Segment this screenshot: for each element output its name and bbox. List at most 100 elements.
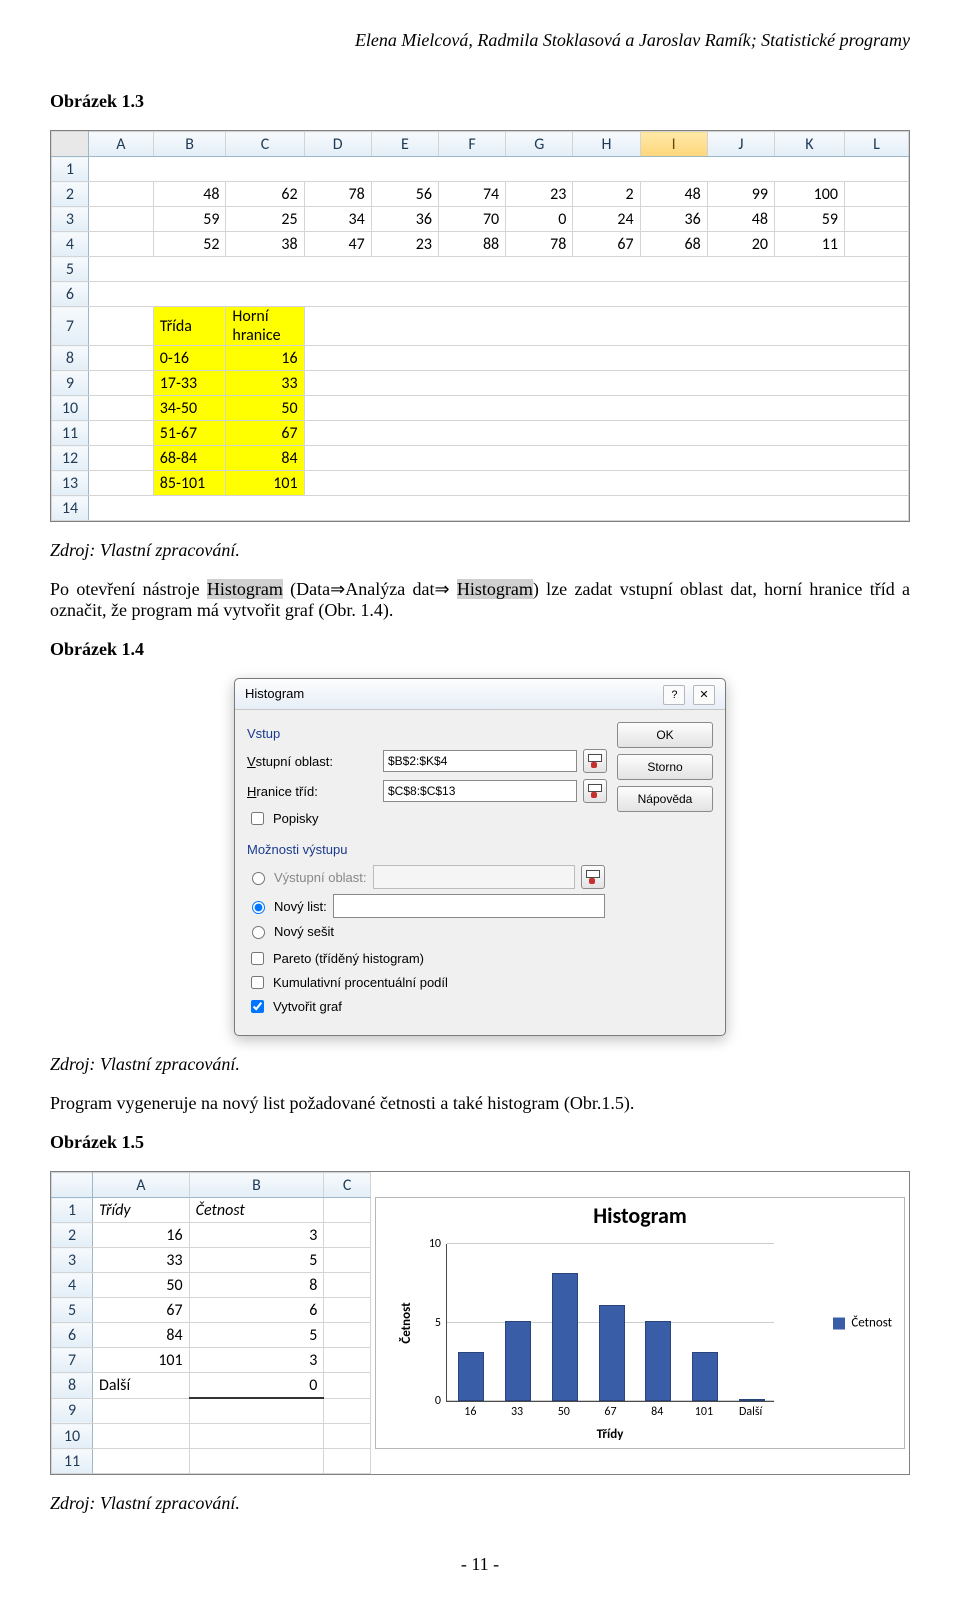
- cell[interactable]: 33: [93, 1248, 190, 1273]
- cumulative-checkbox[interactable]: [251, 976, 264, 989]
- cell[interactable]: 48: [153, 182, 226, 207]
- cell[interactable]: 2: [573, 182, 640, 207]
- header-count[interactable]: Četnost: [189, 1198, 324, 1223]
- cell[interactable]: 99: [707, 182, 774, 207]
- cell[interactable]: 47: [304, 232, 371, 257]
- cell[interactable]: 70: [438, 207, 505, 232]
- cell[interactable]: 74: [438, 182, 505, 207]
- close-icon[interactable]: ✕: [693, 685, 715, 705]
- row-header[interactable]: 2: [52, 1223, 93, 1248]
- output-range-radio[interactable]: [252, 872, 265, 885]
- range-picker-icon[interactable]: [583, 779, 607, 803]
- col-header[interactable]: C: [226, 132, 304, 157]
- class-label[interactable]: 0-16: [153, 346, 226, 371]
- cell[interactable]: 5: [189, 1248, 324, 1273]
- cell[interactable]: 62: [226, 182, 304, 207]
- dialog-titlebar[interactable]: Histogram ? ✕: [235, 679, 725, 710]
- cell[interactable]: 16: [93, 1223, 190, 1248]
- class-bound[interactable]: 50: [226, 396, 304, 421]
- class-bound[interactable]: 16: [226, 346, 304, 371]
- cell[interactable]: 3: [189, 1223, 324, 1248]
- help-button[interactable]: Nápověda: [617, 786, 713, 812]
- row-header[interactable]: 1: [52, 157, 89, 182]
- cell[interactable]: 23: [371, 232, 438, 257]
- row-header[interactable]: 8: [52, 346, 89, 371]
- col-header[interactable]: G: [506, 132, 573, 157]
- class-bound[interactable]: 67: [226, 421, 304, 446]
- cell[interactable]: 36: [640, 207, 707, 232]
- cell[interactable]: 84: [93, 1323, 190, 1348]
- cell[interactable]: 0: [506, 207, 573, 232]
- class-bound[interactable]: 33: [226, 371, 304, 396]
- row-header[interactable]: 2: [52, 182, 89, 207]
- row-header[interactable]: 12: [52, 446, 89, 471]
- col-header[interactable]: B: [189, 1173, 324, 1198]
- sheet-corner[interactable]: [52, 1173, 93, 1198]
- row-header[interactable]: 5: [52, 257, 89, 282]
- col-header[interactable]: K: [774, 132, 844, 157]
- row-header[interactable]: 3: [52, 1248, 93, 1273]
- cell[interactable]: 59: [153, 207, 226, 232]
- row-header[interactable]: 6: [52, 1323, 93, 1348]
- cell[interactable]: 36: [371, 207, 438, 232]
- cell[interactable]: 25: [226, 207, 304, 232]
- col-header[interactable]: E: [371, 132, 438, 157]
- cell[interactable]: Další: [93, 1373, 190, 1399]
- cell[interactable]: 48: [640, 182, 707, 207]
- class-bound[interactable]: 84: [226, 446, 304, 471]
- cell[interactable]: 100: [774, 182, 844, 207]
- col-header-selected[interactable]: I: [640, 132, 707, 157]
- help-icon[interactable]: ?: [663, 685, 685, 705]
- cell[interactable]: 24: [573, 207, 640, 232]
- pareto-checkbox[interactable]: [251, 952, 264, 965]
- row-header[interactable]: 4: [52, 1273, 93, 1298]
- cell[interactable]: 67: [573, 232, 640, 257]
- chart-checkbox[interactable]: [251, 1000, 264, 1013]
- cell[interactable]: 50: [93, 1273, 190, 1298]
- col-header[interactable]: C: [324, 1173, 371, 1198]
- cell[interactable]: 8: [189, 1273, 324, 1298]
- cell[interactable]: 52: [153, 232, 226, 257]
- col-header[interactable]: J: [707, 132, 774, 157]
- row-header[interactable]: 7: [52, 1348, 93, 1373]
- class-header-bound[interactable]: Horní hranice: [226, 307, 304, 346]
- new-book-radio[interactable]: [252, 926, 265, 939]
- cell[interactable]: 20: [707, 232, 774, 257]
- class-header-label[interactable]: Třída: [153, 307, 226, 346]
- input-range-field[interactable]: [383, 750, 577, 772]
- cell[interactable]: 3: [189, 1348, 324, 1373]
- row-header[interactable]: 9: [52, 1398, 93, 1424]
- col-header[interactable]: A: [88, 132, 153, 157]
- row-header[interactable]: 11: [52, 1449, 93, 1474]
- class-label[interactable]: 51-67: [153, 421, 226, 446]
- class-label[interactable]: 85-101: [153, 471, 226, 496]
- row-header[interactable]: 4: [52, 232, 89, 257]
- cell[interactable]: 68: [640, 232, 707, 257]
- col-header[interactable]: B: [153, 132, 226, 157]
- bin-range-field[interactable]: [383, 780, 577, 802]
- class-bound[interactable]: 101: [226, 471, 304, 496]
- row-header[interactable]: 3: [52, 207, 89, 232]
- range-picker-icon[interactable]: [583, 749, 607, 773]
- cell[interactable]: 78: [304, 182, 371, 207]
- cell[interactable]: 56: [371, 182, 438, 207]
- cell[interactable]: 78: [506, 232, 573, 257]
- cell[interactable]: 34: [304, 207, 371, 232]
- cell[interactable]: 6: [189, 1298, 324, 1323]
- new-sheet-radio[interactable]: [252, 901, 265, 914]
- class-label[interactable]: 17-33: [153, 371, 226, 396]
- cell[interactable]: 88: [438, 232, 505, 257]
- row-header[interactable]: 1: [52, 1198, 93, 1223]
- col-header[interactable]: A: [93, 1173, 190, 1198]
- histogram-chart[interactable]: Histogram Četnost Třídy Četnost 05101633…: [375, 1197, 905, 1449]
- range-picker-icon[interactable]: [581, 865, 605, 889]
- class-label[interactable]: 34-50: [153, 396, 226, 421]
- cell[interactable]: 38: [226, 232, 304, 257]
- row-header[interactable]: 5: [52, 1298, 93, 1323]
- col-header[interactable]: D: [304, 132, 371, 157]
- cell[interactable]: 0: [189, 1373, 324, 1399]
- row-header[interactable]: 8: [52, 1373, 93, 1399]
- class-label[interactable]: 68-84: [153, 446, 226, 471]
- row-header[interactable]: 7: [52, 307, 89, 346]
- sheet-corner[interactable]: [52, 132, 89, 157]
